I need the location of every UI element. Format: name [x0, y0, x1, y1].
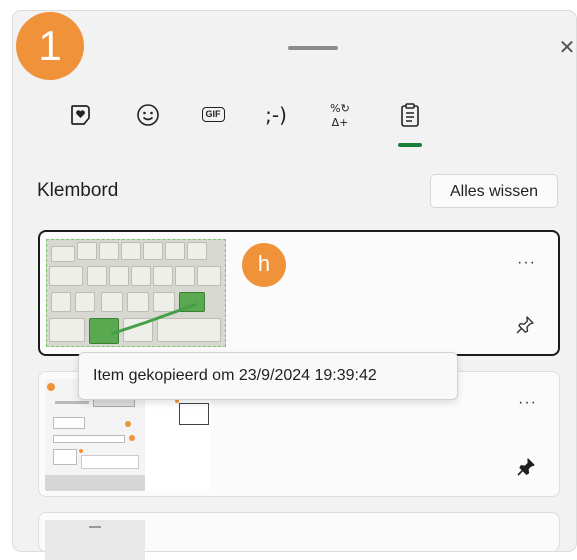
symbols-icon-bottom: Δ+: [331, 116, 349, 129]
tab-clipboard[interactable]: [392, 95, 428, 147]
tab-symbols[interactable]: %↻ Δ+: [322, 95, 358, 135]
drag-handle[interactable]: [288, 46, 338, 50]
pin-icon[interactable]: [514, 314, 536, 336]
clipboard-icon: [401, 103, 419, 127]
more-options-button[interactable]: ···: [518, 394, 537, 412]
close-button[interactable]: ✕: [552, 33, 576, 63]
heart-sticker-icon: [71, 105, 90, 125]
connector-line: [110, 302, 198, 336]
symbols-icon: %↻ Δ+: [322, 95, 358, 130]
more-options-button[interactable]: ···: [517, 254, 536, 272]
symbols-icon-top: %↻: [330, 102, 350, 115]
clear-all-button[interactable]: Alles wissen: [430, 174, 558, 208]
tab-emoji[interactable]: [130, 95, 166, 135]
tab-gif[interactable]: GIF: [195, 95, 231, 135]
keyboard-photo-thumbnail: [46, 239, 226, 347]
step-number-badge: 1: [16, 12, 84, 80]
clipboard-item[interactable]: ···: [38, 230, 560, 356]
item-marker-badge: h: [242, 243, 286, 287]
item-copied-tooltip: Item gekopieerd om 23/9/2024 19:39:42: [78, 352, 458, 400]
clipboard-section-title: Klembord: [37, 180, 119, 201]
screenshot-thumbnail: [45, 520, 145, 560]
clipboard-item[interactable]: [38, 512, 560, 560]
tab-favorites[interactable]: [63, 95, 99, 135]
gif-icon: GIF: [201, 107, 225, 122]
kaomoji-icon: ;-): [265, 103, 287, 127]
pinned-icon[interactable]: [515, 456, 537, 478]
smiley-icon: [137, 104, 159, 126]
tab-kaomoji[interactable]: ;-): [258, 95, 294, 135]
